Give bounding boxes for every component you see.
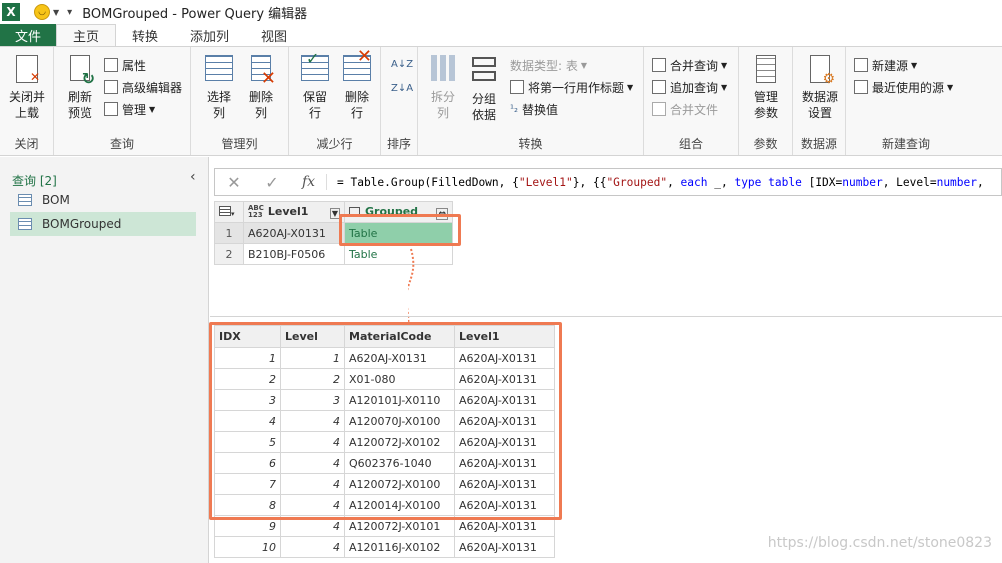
new-source-button[interactable]: 新建源 ▼ <box>854 56 917 74</box>
combine-files-button[interactable]: 合并文件 <box>652 100 718 118</box>
preview-divider <box>210 316 1002 317</box>
sort-descending-icon[interactable]: Z↓A <box>391 79 413 97</box>
table-icon <box>18 218 32 230</box>
append-icon <box>652 80 666 94</box>
remove-rows-icon: ✕ <box>342 48 372 85</box>
split-column-icon <box>428 55 458 85</box>
tab-view[interactable]: 视图 <box>245 24 303 46</box>
ribbon-tabs: 文件 主页 转换 添加列 视图 <box>0 24 1002 46</box>
excel-logo-icon: X <box>2 3 20 21</box>
group-query: ↻ 刷新 预览 属性 高级编辑器 管理 ▼ 查询 <box>54 47 191 155</box>
highlight-box <box>209 322 562 520</box>
formula-input[interactable]: = Table.Group(FilledDown, {"Level1"}, {{… <box>327 176 984 189</box>
ribbon: ✕ 关闭并 上载 关闭 ↻ 刷新 预览 属性 高级编辑器 管理 ▼ 查询 选择 列… <box>0 46 1002 156</box>
chevron-down-icon[interactable]: ▼ <box>53 8 59 17</box>
remove-rows-button[interactable]: ✕ 删除 行 <box>337 48 377 121</box>
group-parameters: 管理 参数 参数 <box>739 47 793 155</box>
cancel-formula-icon[interactable]: ✕ <box>215 173 253 192</box>
properties-button[interactable]: 属性 <box>104 56 146 74</box>
replace-values-button[interactable]: ¹₂ 替换值 <box>510 100 558 118</box>
collapse-panel-icon[interactable]: ‹ <box>190 169 196 185</box>
manage-query-button[interactable]: 管理 ▼ <box>104 100 155 118</box>
choose-columns-icon <box>204 55 234 85</box>
formula-bar: ✕ ✓ fx = Table.Group(FilledDown, {"Level… <box>214 168 1002 196</box>
group-by-icon <box>469 57 499 87</box>
merge-queries-button[interactable]: 合并查询 ▼ <box>652 56 727 74</box>
split-column-button[interactable]: 拆分 列 <box>424 55 462 121</box>
group-datasource: ⚙ 数据源 设置 数据源 <box>793 47 846 155</box>
highlight-box <box>339 214 461 246</box>
new-source-icon <box>854 58 868 72</box>
refresh-icon: ↻ <box>65 55 95 87</box>
data-type-dropdown[interactable]: 数据类型: 表 ▼ <box>510 56 587 74</box>
keep-rows-button[interactable]: ✓ 保留 行 <box>295 51 335 121</box>
group-close: ✕ 关闭并 上载 关闭 <box>0 47 54 155</box>
parameters-icon <box>751 55 781 85</box>
refresh-preview-button[interactable]: ↻ 刷新 预览 <box>62 55 98 121</box>
query-item-bom[interactable]: BOM <box>10 188 196 212</box>
close-load-icon: ✕ <box>12 55 42 85</box>
fx-icon[interactable]: fx <box>291 174 327 190</box>
sort-ascending-icon[interactable]: A↓Z <box>391 55 413 73</box>
append-queries-button[interactable]: 追加查询 ▼ <box>652 78 727 96</box>
tab-transform[interactable]: 转换 <box>116 24 174 46</box>
type-any-icon: ABC 123 <box>248 204 264 219</box>
tab-home[interactable]: 主页 <box>56 24 117 46</box>
confirm-formula-icon[interactable]: ✓ <box>253 173 291 192</box>
queries-header[interactable]: 查询 [2] <box>12 172 57 189</box>
close-and-load-button[interactable]: ✕ 关闭并 上载 <box>6 55 48 121</box>
replace-icon: ¹₂ <box>510 103 519 115</box>
group-by-button[interactable]: 分组 依据 <box>464 55 504 123</box>
manage-parameters-button[interactable]: 管理 参数 <box>745 55 787 121</box>
keep-rows-icon: ✓ <box>300 51 330 85</box>
advanced-editor-icon <box>104 80 118 94</box>
tab-file[interactable]: 文件 <box>0 24 56 46</box>
table-menu-icon[interactable]: ▾ <box>214 201 244 223</box>
group-combine: 合并查询 ▼ 追加查询 ▼ 合并文件 组合 <box>644 47 739 155</box>
manage-icon <box>104 102 118 116</box>
properties-icon <box>104 58 118 72</box>
group-transform: 拆分 列 分组 依据 数据类型: 表 ▼ 将第一行用作标题 ▼ ¹₂ 替换值 转换 <box>418 47 644 155</box>
smiley-feedback-icon[interactable]: ◡ <box>34 4 50 20</box>
window-title: BOMGrouped - Power Query 编辑器 <box>82 6 308 22</box>
combine-files-icon <box>652 102 666 116</box>
datasource-settings-button[interactable]: ⚙ 数据源 设置 <box>797 55 843 121</box>
advanced-editor-button[interactable]: 高级编辑器 <box>104 78 182 96</box>
watermark: https://blog.csdn.net/stone0823 <box>767 535 992 551</box>
group-new-query: 新建源 ▼ 最近使用的源 ▼ 新建查询 <box>846 47 966 155</box>
group-manage-columns: 选择 列 ✕ 删除 列 管理列 <box>191 47 289 155</box>
remove-columns-icon: ✕ <box>246 55 276 88</box>
table-row: 10 4 A120116J-X0102 A620AJ-X0131 <box>214 536 555 558</box>
column-header-level1[interactable]: ABC 123 Level1 ▼ <box>243 201 345 223</box>
headers-icon <box>510 80 524 94</box>
use-first-row-as-headers-button[interactable]: 将第一行用作标题 ▼ <box>510 78 633 96</box>
queries-panel: 查询 [2] ‹ BOM BOMGrouped <box>0 157 209 563</box>
table-icon <box>18 194 32 206</box>
remove-columns-button[interactable]: ✕ 删除 列 <box>241 55 281 121</box>
datasource-settings-icon: ⚙ <box>805 55 835 87</box>
group-reduce-rows: ✓ 保留 行 ✕ 删除 行 减少行 <box>289 47 381 155</box>
recent-sources-icon <box>854 80 868 94</box>
choose-columns-button[interactable]: 选择 列 <box>199 55 239 121</box>
tab-add-column[interactable]: 添加列 <box>174 24 245 46</box>
merge-icon <box>652 58 666 72</box>
connector-dotted-line <box>408 248 415 326</box>
group-sort: A↓Z Z↓A 排序 <box>381 47 418 155</box>
customize-toolbar-icon[interactable]: ▾ <box>67 7 72 18</box>
close-x-icon: ✕ <box>29 70 40 84</box>
query-item-bomgrouped[interactable]: BOMGrouped <box>10 212 196 236</box>
recent-sources-button[interactable]: 最近使用的源 ▼ <box>854 78 953 96</box>
title-bar: X ◡ ▼ ▾ BOMGrouped - Power Query 编辑器 <box>0 0 1002 24</box>
